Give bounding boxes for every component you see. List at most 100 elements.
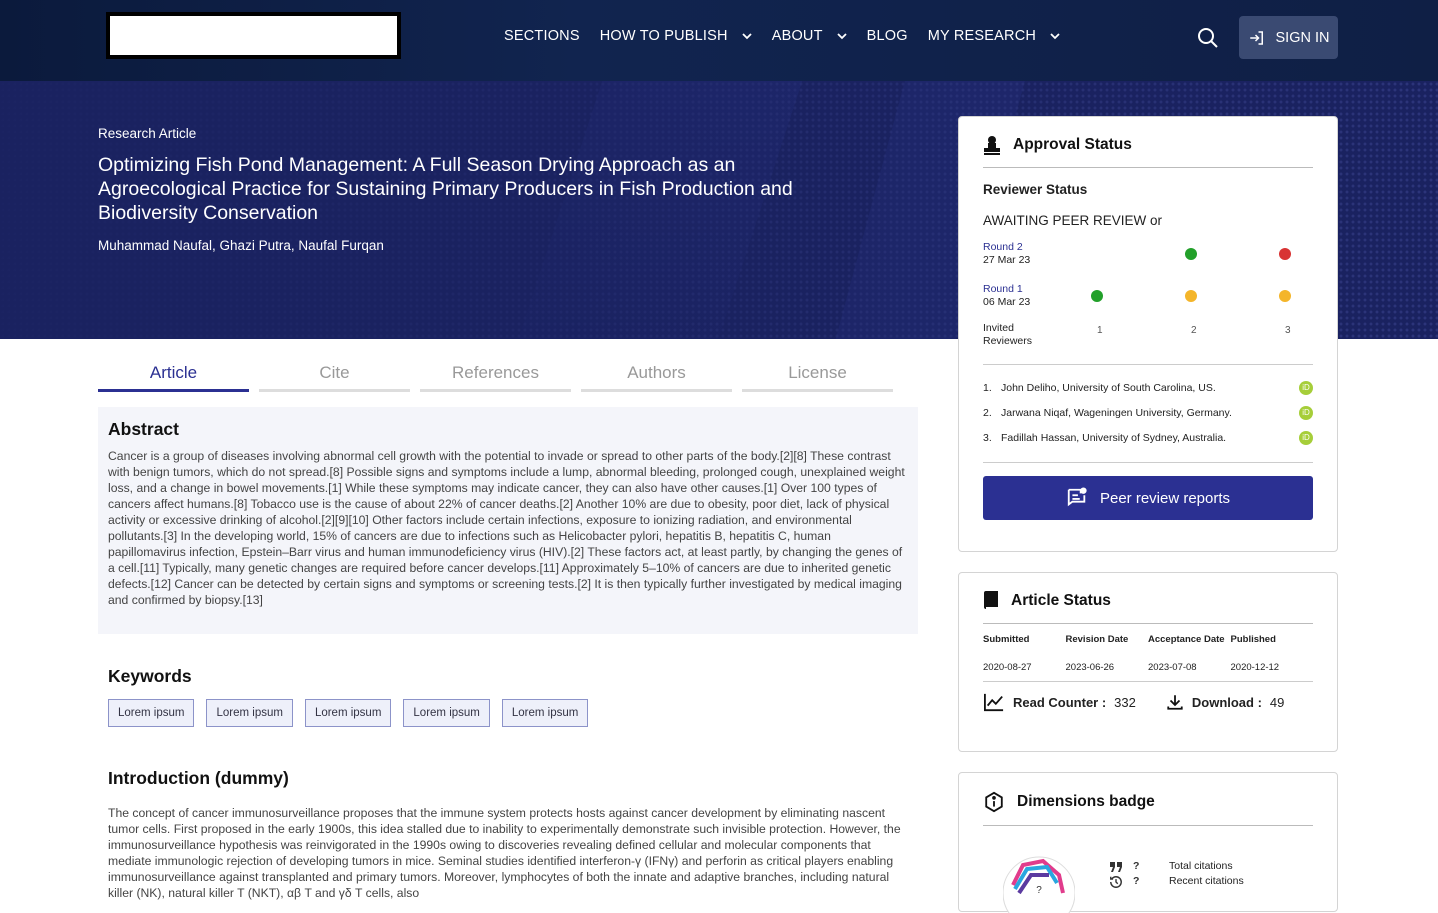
read-counter-label: Read Counter : [1013, 694, 1107, 710]
badge-value: ? [1036, 885, 1042, 896]
download-icon[interactable] [1166, 693, 1184, 711]
review-round-row: Round 1 06 Mar 23 [983, 280, 1313, 312]
review-status-dot[interactable] [1185, 248, 1197, 260]
keyword-tag[interactable]: Lorem ipsum [304, 699, 392, 727]
review-status-dot[interactable] [1279, 248, 1291, 260]
approval-status-card: Approval Status Reviewer Status AWAITING… [958, 116, 1338, 552]
sign-in-label: SIGN IN [1275, 29, 1330, 46]
abstract-text: Cancer is a group of diseases involving … [108, 449, 905, 607]
orcid-icon[interactable]: iD [1299, 380, 1313, 395]
download-value: 49 [1269, 694, 1285, 710]
history-icon [1110, 875, 1122, 888]
reviewer-index: 3. [983, 431, 992, 444]
status-date-column: Acceptance Date 2023-07-08 [1148, 634, 1231, 673]
chevron-down-icon [837, 33, 847, 40]
round-name[interactable]: Round 2 [983, 241, 1053, 254]
round-date: 06 Mar 23 [983, 296, 1031, 308]
reviewer-list: 1. John Deliho, University of South Carol… [983, 364, 1313, 450]
nav-item-blog[interactable]: BLOG [867, 28, 908, 44]
nav-item-label: SECTIONS [504, 28, 580, 44]
citation-value: ? [1133, 875, 1140, 887]
tab-article[interactable]: Article [98, 363, 249, 392]
peer-review-reports-button[interactable]: Peer review reports [983, 476, 1313, 520]
nav-item-about[interactable]: ABOUT [772, 28, 847, 44]
search-icon[interactable] [1196, 26, 1220, 50]
article-counters: Read Counter : 332 Download : 49 [983, 681, 1313, 712]
nav-item-label: MY RESEARCH [927, 28, 1037, 44]
book-icon [984, 591, 998, 609]
review-report-icon [1067, 487, 1087, 507]
read-counter-value: 332 [1114, 694, 1136, 710]
status-date-label: Published [1230, 634, 1276, 645]
citation-summary: ? Total citations? Recent citations [1109, 859, 1244, 889]
reviewer-number: 2 [1191, 325, 1197, 336]
introduction-text: The concept of cancer immunosurveillance… [108, 806, 901, 900]
reviewer-item: 3. Fadillah Hassan, University of Sydney,… [983, 425, 1313, 450]
status-date-value: 2023-06-26 [1065, 662, 1115, 673]
dimensions-badge-card: Dimensions badge ? ? Total citations? Rece… [958, 772, 1338, 913]
reviewer-item: 2. Jarwana Niqaf, Wageningen University, … [983, 400, 1313, 425]
info-icon [985, 791, 1003, 813]
nav-item-my-research[interactable]: MY RESEARCH [928, 28, 1060, 44]
keywords-section: Keywords Lorem ipsum Lorem ipsum Lorem ips… [108, 666, 589, 727]
stamp-icon [984, 136, 1000, 155]
tab-license[interactable]: License [742, 363, 893, 392]
round-name[interactable]: Round 1 [983, 283, 1053, 296]
article-title: Optimizing Fish Pond Management: A Full … [98, 154, 793, 224]
nav-item-label: ABOUT [771, 28, 823, 44]
nav-item-label: HOW TO PUBLISH [599, 28, 728, 44]
tab-authors[interactable]: Authors [581, 363, 732, 392]
reviewer-name: Jarwana Niqaf, Wageningen University, Ge… [1001, 406, 1232, 419]
site-logo[interactable] [106, 12, 401, 59]
article-type: Research Article [98, 126, 197, 141]
tab-cite[interactable]: Cite [259, 363, 410, 392]
keyword-tag[interactable]: Lorem ipsum [206, 699, 293, 727]
invited-reviewers-row: Invited Reviewers 1 2 3 [983, 322, 1313, 350]
review-status-dot[interactable] [1185, 290, 1197, 302]
review-status-dot[interactable] [1279, 290, 1291, 302]
download-label: Download : [1191, 694, 1262, 710]
reviewer-number: 3 [1285, 325, 1291, 336]
nav-item-how-to-publish[interactable]: HOW TO PUBLISH [600, 28, 752, 44]
sign-in-button[interactable]: SIGN IN [1239, 16, 1338, 59]
keyword-tag[interactable]: Lorem ipsum [501, 699, 589, 727]
orcid-icon[interactable]: iD [1299, 405, 1313, 420]
status-date-label: Acceptance Date [1148, 634, 1225, 645]
review-round-row: Round 2 27 Mar 23 [983, 238, 1313, 270]
orcid-icon[interactable]: iD [1299, 430, 1313, 445]
main-nav: SECTIONS HOW TO PUBLISH ABOUT BLOG MY RESEAR… [504, 28, 1080, 44]
top-navigation-bar: SECTIONS HOW TO PUBLISH ABOUT BLOG MY RESEAR… [0, 0, 1438, 81]
invited-reviewers-label: Invited Reviewers [983, 322, 1033, 347]
status-date-value: 2020-12-12 [1230, 662, 1280, 673]
introduction-section: Introduction (dummy) The concept of canc… [108, 768, 908, 901]
status-date-value: 2023-07-08 [1148, 662, 1197, 673]
status-date-label: Submitted [983, 634, 1030, 645]
approval-heading: Approval Status [1013, 136, 1132, 153]
citation-label: Total citations [1169, 860, 1233, 872]
keywords-heading: Keywords [108, 666, 192, 686]
citation-label: Recent citations [1169, 875, 1244, 887]
article-status-card: Article Status Submitted 2020-08-27 Revisi… [958, 572, 1338, 752]
reviewer-number: 1 [1097, 325, 1103, 336]
nav-item-label: BLOG [866, 28, 908, 44]
chevron-down-icon [742, 33, 752, 40]
article-authors[interactable]: Muhammad Naufal, Ghazi Putra, Naufal Fur… [98, 238, 858, 253]
reviewer-index: 2. [983, 406, 992, 419]
reviewer-name: John Deliho, University of South Carolin… [1001, 381, 1216, 394]
citation-row: ? Total citations [1109, 859, 1244, 874]
article-tabs: Article Cite References Authors License [98, 363, 893, 392]
sign-in-icon [1249, 30, 1263, 45]
keyword-tag[interactable]: Lorem ipsum [108, 699, 195, 727]
status-date-column: Published 2020-12-12 [1231, 634, 1314, 673]
chevron-down-icon [1050, 33, 1060, 40]
nav-item-sections[interactable]: SECTIONS [504, 28, 580, 44]
status-date-label: Revision Date [1065, 634, 1129, 645]
status-date-column: Revision Date 2023-06-26 [1066, 634, 1149, 673]
dimensions-badge[interactable]: ? [1003, 853, 1075, 913]
keyword-tag[interactable]: Lorem ipsum [403, 699, 490, 727]
article-dates: Submitted 2020-08-27 Revision Date 2023-06-… [983, 624, 1313, 673]
peer-review-reports-label: Peer review reports [1099, 489, 1231, 507]
dimensions-heading: Dimensions badge [1017, 793, 1155, 810]
tab-references[interactable]: References [420, 363, 571, 392]
review-status-dot[interactable] [1091, 290, 1103, 302]
